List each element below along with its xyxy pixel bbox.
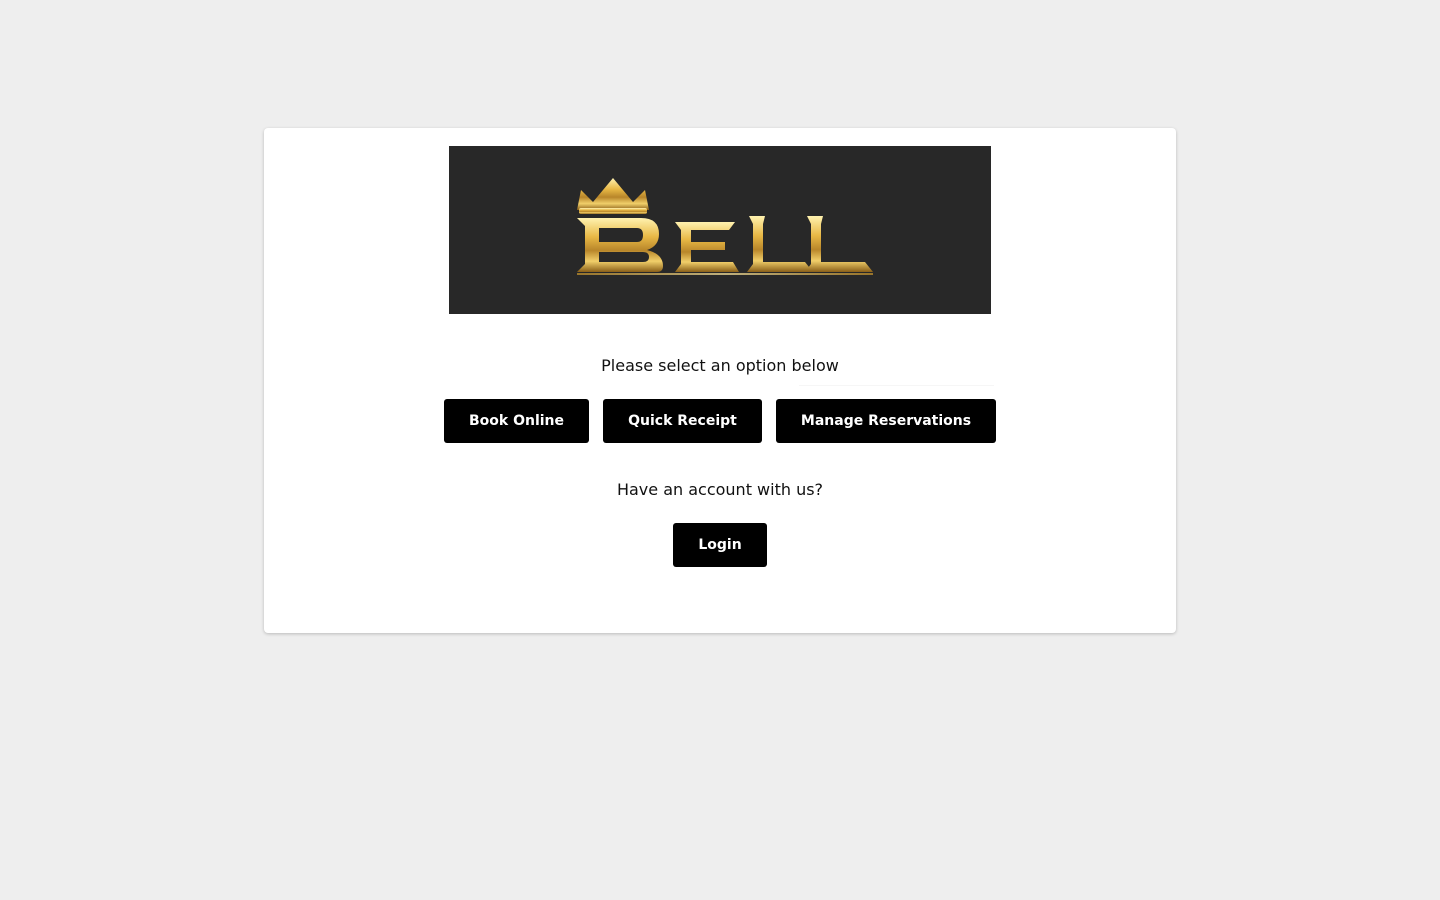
logo-letter-e: [675, 222, 739, 272]
primary-actions: Book Online Quick Receipt Manage Reserva…: [264, 399, 1176, 443]
logo-letter-b: [577, 218, 663, 272]
landing-card: Please select an option below Book Onlin…: [264, 128, 1176, 633]
manage-reservations-button[interactable]: Manage Reservations: [776, 399, 996, 443]
quick-receipt-button[interactable]: Quick Receipt: [603, 399, 762, 443]
divider: [799, 385, 994, 386]
select-option-prompt: Please select an option below: [601, 356, 839, 375]
crown-icon: [577, 178, 649, 214]
login-section: Login: [264, 523, 1176, 567]
brand-logo-banner: [449, 146, 991, 314]
logo-letter-l1: [747, 216, 813, 272]
book-online-button[interactable]: Book Online: [444, 399, 589, 443]
account-prompt: Have an account with us?: [616, 480, 824, 499]
login-button[interactable]: Login: [673, 523, 767, 567]
bell-logo: [577, 178, 873, 275]
logo-letter-l2: [805, 216, 873, 272]
